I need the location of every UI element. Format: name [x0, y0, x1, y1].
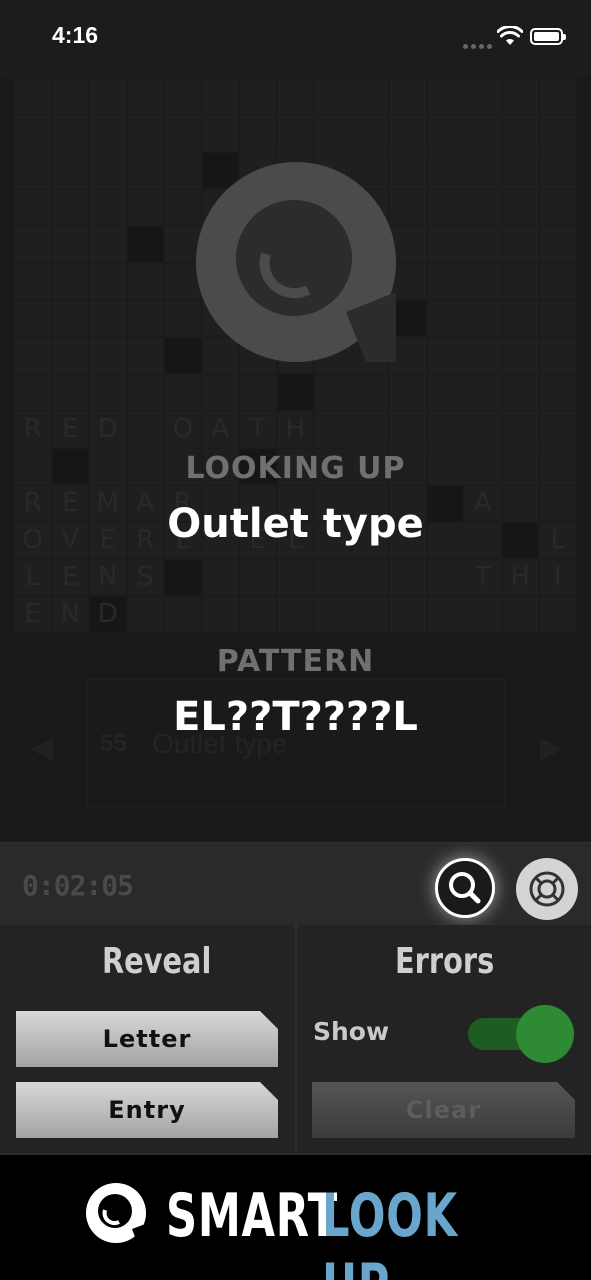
smart-lookup-logo-icon [196, 162, 396, 362]
show-errors-label: Show [313, 1017, 390, 1046]
errors-heading: Errors [395, 941, 495, 982]
magnifier-icon [449, 872, 481, 904]
banner-word-lookup: LOOK UP [322, 1181, 458, 1280]
smart-lookup-logo-icon [86, 1183, 148, 1245]
action-panel: Reveal Letter Entry Errors Show Clear [0, 925, 591, 1153]
reveal-heading: Reveal [102, 941, 212, 982]
panel-divider [295, 925, 297, 1153]
looking-up-label: LOOKING UP [185, 451, 406, 486]
status-time: 4:16 [52, 22, 99, 48]
banner-word-smart: SMART [166, 1181, 338, 1251]
looking-up-clue: Outlet type [167, 501, 424, 547]
smart-lookup-button[interactable] [435, 858, 495, 918]
toggle-knob [516, 1005, 574, 1063]
show-errors-toggle[interactable] [468, 1005, 576, 1063]
game-timer: 0:02:05 [22, 869, 134, 902]
app-screen: 4:16 REDOATHREMARAOVERLELLLENSTHIEND ◀ 5… [0, 0, 591, 1280]
pattern-value: EL??T????L [173, 694, 418, 740]
smart-lookup-banner[interactable]: SMART LOOK UP [0, 1153, 591, 1280]
toolbar: 0:02:05 [0, 842, 591, 926]
reveal-entry-button[interactable]: Entry [16, 1082, 278, 1138]
status-bar: 4:16 [0, 0, 591, 78]
reveal-letter-button[interactable]: Letter [16, 1011, 278, 1067]
lifebuoy-icon [529, 871, 565, 907]
clear-errors-button[interactable]: Clear [312, 1082, 575, 1138]
lookup-overlay: LOOKING UP Outlet type PATTERN EL??T????… [0, 78, 591, 842]
signal-dots-icon [463, 36, 495, 54]
pattern-label: PATTERN [216, 644, 375, 679]
help-button[interactable] [516, 858, 578, 920]
battery-icon [530, 28, 566, 45]
wifi-icon [497, 26, 523, 45]
